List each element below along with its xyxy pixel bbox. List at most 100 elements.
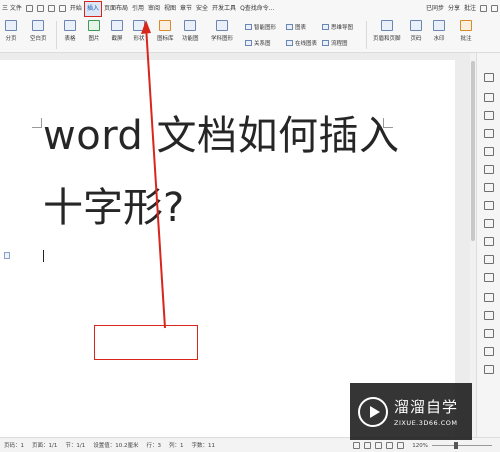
screenshot-button[interactable]: 截屏 xyxy=(111,20,123,42)
side-tool-icon[interactable] xyxy=(484,73,494,82)
scrollbar-thumb[interactable] xyxy=(471,61,475,241)
flowchart-button[interactable]: 流程图 xyxy=(322,39,348,47)
file-menu[interactable]: 三 文件 xyxy=(0,0,24,17)
ribbon-divider xyxy=(56,21,57,49)
help-icon[interactable] xyxy=(480,5,487,12)
side-tool-icon[interactable] xyxy=(484,255,494,264)
flowchart-label: 流程图 xyxy=(331,41,348,47)
blank-page-button[interactable]: 空白页 xyxy=(30,20,47,42)
sync-status[interactable]: 已同步 xyxy=(424,0,446,17)
side-tool-icon[interactable] xyxy=(484,183,494,192)
status-setting-value[interactable]: 设置值：10.2厘米 xyxy=(89,441,142,449)
page-break-label: 分页 xyxy=(5,36,17,42)
header-footer-icon xyxy=(380,20,393,31)
smart-art-button[interactable]: 智能图形 xyxy=(245,23,276,31)
tab-chapter[interactable]: 章节 xyxy=(178,0,194,17)
side-tool-icon[interactable] xyxy=(484,293,494,302)
watermark-icon xyxy=(433,20,445,31)
view-mode-icon[interactable] xyxy=(353,442,361,449)
side-tool-icon[interactable] xyxy=(484,329,494,338)
shape-label: 形状 xyxy=(133,36,145,42)
side-tool-icon[interactable] xyxy=(484,201,494,210)
document-heading-line-1[interactable]: word 文档如何插入 xyxy=(43,103,400,161)
page-number-button[interactable]: 页码 xyxy=(410,20,422,42)
document-heading-line-2[interactable]: 十字形? xyxy=(43,175,184,233)
shape-button[interactable]: 形状 xyxy=(133,20,145,42)
side-tool-icon[interactable] xyxy=(484,111,494,120)
zoom-slider-knob[interactable] xyxy=(454,442,458,449)
tab-page-layout[interactable]: 页面布局 xyxy=(102,0,130,17)
relation-chart-button[interactable]: 关系图 xyxy=(245,39,271,47)
watermark-label: 水印 xyxy=(433,36,445,42)
zoom-slider[interactable] xyxy=(432,442,492,449)
more-icon[interactable] xyxy=(491,5,498,12)
table-button[interactable]: 表格 xyxy=(64,20,76,42)
page-number-icon xyxy=(410,20,422,31)
status-section[interactable]: 节：1/1 xyxy=(61,441,89,449)
side-tool-icon[interactable] xyxy=(484,365,494,374)
search-command[interactable]: Q查找命令... xyxy=(238,0,276,17)
open-icon[interactable] xyxy=(36,5,44,12)
side-tool-icon[interactable] xyxy=(484,311,494,320)
online-chart-button[interactable]: 在线图表 xyxy=(286,39,317,47)
side-tool-icon[interactable] xyxy=(484,237,494,246)
side-tool-icon[interactable] xyxy=(484,347,494,356)
chart-icon xyxy=(286,24,293,30)
picture-label: 图片 xyxy=(88,36,100,42)
status-page-number[interactable]: 页码：1 xyxy=(0,441,28,449)
right-side-panel xyxy=(476,53,500,437)
print-icon[interactable] xyxy=(47,5,55,12)
tab-home[interactable]: 开始 xyxy=(68,0,84,17)
blank-page-icon xyxy=(32,20,45,31)
header-footer-button[interactable]: 页眉和页脚 xyxy=(373,20,401,42)
mindmap-button[interactable]: 思维导图 xyxy=(322,23,353,31)
function-chart-button[interactable]: 功能图 xyxy=(182,20,199,42)
status-word-count[interactable]: 字数：11 xyxy=(187,441,219,449)
side-tool-icon[interactable] xyxy=(484,147,494,156)
side-tool-icon[interactable] xyxy=(484,273,494,282)
tab-security[interactable]: 安全 xyxy=(194,0,210,17)
view-mode-icon[interactable] xyxy=(386,442,394,449)
tab-references[interactable]: 引用 xyxy=(130,0,146,17)
relation-chart-label: 关系图 xyxy=(254,41,271,47)
share-button[interactable]: 分享 xyxy=(446,0,462,17)
status-row: 行：3 xyxy=(146,443,161,449)
ribbon-insert: 分页 空白页 表格 图片 截屏 形状 图标库 功能图 学科图形 智能图形 图表 … xyxy=(0,17,500,53)
view-mode-icon[interactable] xyxy=(364,442,372,449)
side-tool-icon[interactable] xyxy=(484,93,494,102)
chart-button[interactable]: 图表 xyxy=(286,23,306,31)
tab-view[interactable]: 视图 xyxy=(162,0,178,17)
view-mode-icon[interactable] xyxy=(397,442,405,449)
picture-icon xyxy=(88,20,100,31)
tab-insert[interactable]: 插入 xyxy=(83,0,102,17)
header-footer-label: 页眉和页脚 xyxy=(373,36,401,42)
status-pages[interactable]: 页面：1/1 xyxy=(28,441,61,449)
paragraph-icon[interactable] xyxy=(4,252,10,259)
wps-writer-window: 三 文件 开始 插入 页面布局 引用 审阅 视图 章节 安全 开发工具 Q查找命… xyxy=(0,0,500,452)
undo-icon[interactable] xyxy=(58,5,66,12)
tab-developer[interactable]: 开发工具 xyxy=(210,0,238,17)
watermark-button[interactable]: 水印 xyxy=(433,20,445,42)
tab-review[interactable]: 审阅 xyxy=(146,0,162,17)
picture-button[interactable]: 图片 xyxy=(88,20,100,42)
comment-icon xyxy=(460,20,472,31)
scissors-icon xyxy=(111,20,123,31)
subject-shape-label: 学科图形 xyxy=(211,36,234,42)
icon-library-button[interactable]: 图标库 xyxy=(157,20,174,42)
table-label: 表格 xyxy=(64,36,76,42)
icon-library-label: 图标库 xyxy=(157,36,174,42)
smart-art-icon xyxy=(245,24,252,30)
comment-button[interactable]: 批注 xyxy=(462,0,478,17)
side-tool-icon[interactable] xyxy=(484,129,494,138)
subject-shape-button[interactable]: 学科图形 xyxy=(211,20,233,42)
page-break-button[interactable]: 分页 xyxy=(5,20,17,42)
zoom-level[interactable]: 120% xyxy=(412,443,428,449)
side-tool-icon[interactable] xyxy=(484,165,494,174)
side-tool-icon[interactable] xyxy=(484,219,494,228)
status-column: 列：1 xyxy=(168,443,184,449)
comment-insert-button[interactable]: 批注 xyxy=(460,20,472,42)
icon-library-icon xyxy=(159,20,172,31)
view-mode-icon[interactable] xyxy=(375,442,383,449)
save-icon[interactable] xyxy=(25,5,33,12)
site-watermark: 溜溜自学 ZIXUE.3D66.COM xyxy=(350,383,472,440)
